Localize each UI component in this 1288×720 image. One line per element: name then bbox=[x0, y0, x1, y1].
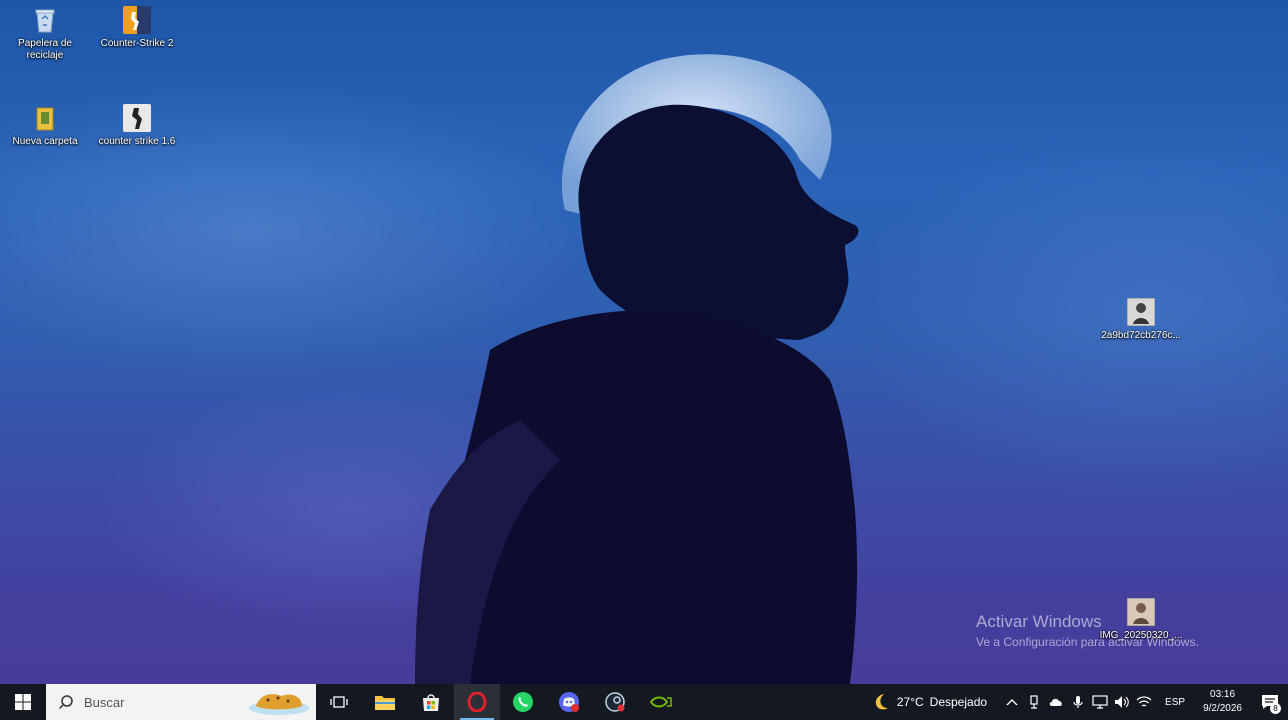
tray-onedrive-button[interactable] bbox=[1045, 684, 1067, 720]
nvidia-icon bbox=[649, 696, 672, 708]
nvidia-button[interactable] bbox=[638, 684, 684, 720]
desktop-icon-nueva-carpeta[interactable]: Nueva carpeta bbox=[2, 104, 88, 148]
wifi-icon bbox=[1136, 696, 1152, 707]
opera-button[interactable] bbox=[454, 684, 500, 720]
recycle-bin-icon bbox=[35, 9, 55, 33]
notification-count-badge: 8 bbox=[1270, 703, 1281, 714]
folder-icon bbox=[36, 107, 54, 131]
microsoft-store-icon bbox=[423, 694, 439, 711]
notification-center-button[interactable]: 8 bbox=[1252, 684, 1288, 720]
language-indicator[interactable]: ESP bbox=[1165, 697, 1185, 708]
opera-icon bbox=[467, 692, 487, 712]
desktop-icon-label: Papelera de reciclaje bbox=[18, 38, 72, 61]
wallpaper-fog bbox=[850, 120, 1288, 500]
whatsapp-icon bbox=[513, 692, 533, 712]
task-view-icon bbox=[330, 696, 348, 708]
speaker-icon bbox=[1115, 696, 1129, 708]
whatsapp-button[interactable] bbox=[500, 684, 546, 720]
desktop-icon-counter-strike-16[interactable]: counter strike 1.6 bbox=[94, 104, 180, 148]
steam-recording-button[interactable] bbox=[592, 684, 638, 720]
file-explorer-icon bbox=[375, 696, 395, 710]
desktop-icon-counter-strike-2[interactable]: Counter-Strike 2 bbox=[94, 6, 180, 50]
weather-condition: Despejado bbox=[929, 695, 988, 709]
clock-date: 9/2/2026 bbox=[1203, 703, 1242, 714]
search-placeholder: Buscar bbox=[84, 694, 125, 710]
watermark-title: Activar Windows bbox=[976, 612, 1102, 631]
counter-strike-2-icon bbox=[123, 6, 151, 34]
watermark-subtitle: Ve a Configuración para activar Windows. bbox=[976, 635, 1199, 649]
weather-widget[interactable]: 27°C Despejado bbox=[871, 692, 987, 712]
desktop-icon-label: Counter-Strike 2 bbox=[100, 38, 174, 49]
windows-logo-icon bbox=[15, 694, 31, 710]
desktop-icon-label: 2a9bd72cb276c... bbox=[1101, 330, 1181, 341]
desktop-wallpaper bbox=[0, 0, 1288, 684]
desktop-icon-label: counter strike 1.6 bbox=[98, 136, 176, 147]
start-button[interactable] bbox=[0, 684, 46, 720]
person-silhouette bbox=[415, 54, 859, 684]
steam-icon bbox=[605, 692, 625, 712]
cloud-icon bbox=[1049, 698, 1062, 706]
taskbar: Buscar 27°C Despejado ESP 03:16 9/2/2026… bbox=[0, 684, 1288, 720]
desktop-icon-recycle-bin[interactable]: Papelera de reciclaje bbox=[2, 6, 88, 62]
image-file-icon bbox=[1127, 298, 1155, 326]
tray-network-button[interactable] bbox=[1133, 684, 1155, 720]
desktop-icon-image-file[interactable]: 2a9bd72cb276c... bbox=[1098, 298, 1184, 342]
tray-volume-button[interactable] bbox=[1111, 684, 1133, 720]
search-icon bbox=[58, 695, 73, 710]
usb-device-icon bbox=[1030, 695, 1038, 709]
discord-button[interactable] bbox=[546, 684, 592, 720]
desktop-icon-label: Nueva carpeta bbox=[12, 136, 78, 147]
microsoft-store-button[interactable] bbox=[408, 684, 454, 720]
microphone-icon bbox=[1073, 696, 1083, 708]
file-explorer-button[interactable] bbox=[362, 684, 408, 720]
task-view-button[interactable] bbox=[316, 684, 362, 720]
discord-icon bbox=[559, 692, 579, 712]
search-highlight-art-icon bbox=[249, 694, 309, 715]
chevron-up-icon bbox=[1006, 699, 1018, 706]
tray-microphone-button[interactable] bbox=[1067, 684, 1089, 720]
search-box[interactable]: Buscar bbox=[46, 684, 316, 720]
monitor-icon bbox=[1092, 695, 1108, 709]
system-tray: 27°C Despejado ESP 03:16 9/2/2026 8 bbox=[871, 684, 1288, 720]
clock[interactable]: 03:16 9/2/2026 bbox=[1203, 688, 1242, 716]
tray-device-button[interactable] bbox=[1023, 684, 1045, 720]
counter-strike-16-icon bbox=[123, 104, 151, 132]
weather-temp: 27°C bbox=[896, 695, 924, 709]
clock-time: 03:16 bbox=[1210, 689, 1236, 700]
moon-icon bbox=[875, 694, 888, 710]
show-hidden-icons-button[interactable] bbox=[1001, 684, 1023, 720]
activation-watermark: Activar Windows Ve a Configuración para … bbox=[976, 612, 1199, 649]
tray-display-button[interactable] bbox=[1089, 684, 1111, 720]
